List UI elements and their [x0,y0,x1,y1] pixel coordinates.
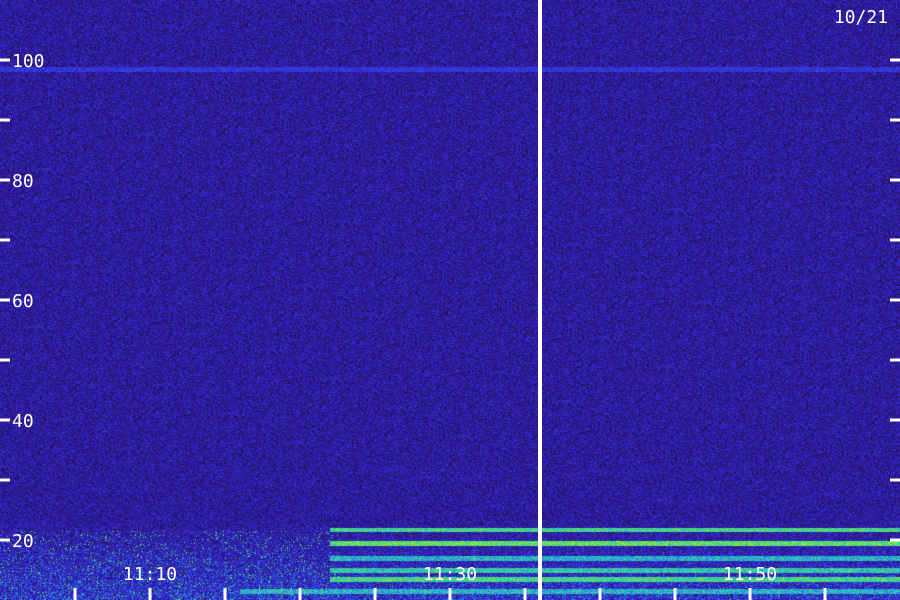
y-tick-right [890,238,900,242]
spectrogram-axes: 100 80 60 40 20 11:10 11:30 11:50 10/21 [0,0,900,600]
y-tick-left [0,118,10,122]
y-tick-label: 100 [12,51,45,72]
y-tick-left [0,478,10,482]
spectrogram-view: 100 80 60 40 20 11:10 11:30 11:50 10/21 [0,0,900,600]
y-tick-left [0,298,10,302]
y-tick-left [0,358,10,362]
x-tick [448,588,452,600]
x-tick [73,588,77,600]
y-tick-label: 40 [12,411,34,432]
x-tick [223,588,227,600]
date-label: 10/21 [834,7,888,28]
y-tick-label: 20 [12,531,34,552]
x-tick [298,588,302,600]
y-tick-right [890,478,900,482]
x-tick [373,588,377,600]
y-tick-right [890,538,900,542]
y-tick-left [0,538,10,542]
x-tick [748,588,752,600]
x-tick [148,588,152,600]
y-tick-left [0,238,10,242]
y-tick-label: 60 [12,291,34,312]
y-tick-left [0,418,10,422]
y-tick-right [890,358,900,362]
y-tick-right [890,298,900,302]
x-tick-label: 11:30 [423,564,477,585]
y-tick-right [890,418,900,422]
x-tick-label: 11:50 [723,564,777,585]
x-tick [823,588,827,600]
y-tick-right [890,118,900,122]
y-tick-left [0,178,10,182]
x-tick-label: 11:10 [123,564,177,585]
x-tick [673,588,677,600]
y-tick-label: 80 [12,171,34,192]
x-tick [598,588,602,600]
y-tick-right [890,58,900,62]
y-tick-right [890,178,900,182]
x-tick [523,588,527,600]
y-tick-left [0,58,10,62]
